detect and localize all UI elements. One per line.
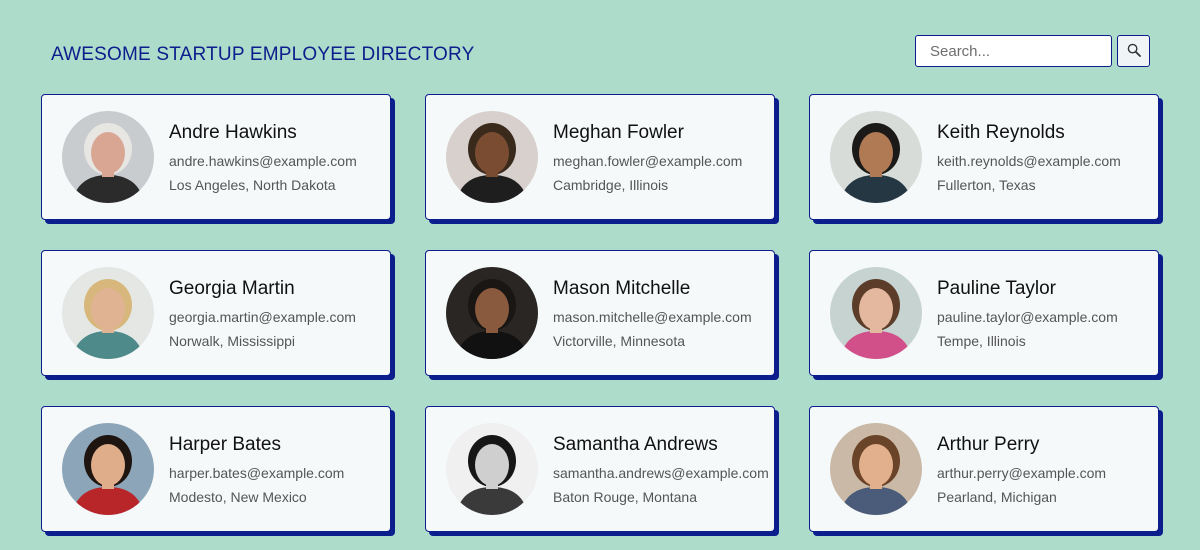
search-button[interactable] [1117, 35, 1150, 67]
employee-card[interactable]: Georgia Martin georgia.martin@example.co… [41, 250, 391, 376]
employee-info: Andre Hawkins andre.hawkins@example.com … [169, 122, 357, 193]
magnifying-glass-icon [1127, 43, 1141, 60]
employee-card[interactable]: Meghan Fowler meghan.fowler@example.com … [425, 94, 775, 220]
employee-location: Victorville, Minnesota [553, 332, 686, 349]
employee-email: georgia.martin@example.com [169, 308, 356, 325]
employee-location: Cambridge, Illinois [553, 176, 669, 193]
employee-email: samantha.andrews@example.com [553, 464, 769, 481]
employee-grid: Andre Hawkins andre.hawkins@example.com … [41, 94, 1159, 532]
employee-info: Georgia Martin georgia.martin@example.co… [169, 278, 356, 349]
employee-location: Tempe, Illinois [937, 332, 1026, 349]
avatar [830, 267, 922, 359]
employee-info: Samantha Andrews samantha.andrews@exampl… [553, 434, 769, 505]
avatar [446, 267, 538, 359]
employee-card[interactable]: Pauline Taylor pauline.taylor@example.co… [809, 250, 1159, 376]
employee-email: andre.hawkins@example.com [169, 152, 357, 169]
employee-name: Arthur Perry [937, 433, 1040, 455]
employee-name: Georgia Martin [169, 277, 295, 299]
employee-email: keith.reynolds@example.com [937, 152, 1121, 169]
employee-info: Meghan Fowler meghan.fowler@example.com … [553, 122, 742, 193]
page-header: AWESOME STARTUP EMPLOYEE DIRECTORY [0, 0, 1200, 90]
employee-email: meghan.fowler@example.com [553, 152, 743, 169]
employee-info: Keith Reynolds keith.reynolds@example.co… [937, 122, 1121, 193]
employee-card[interactable]: Andre Hawkins andre.hawkins@example.com … [41, 94, 391, 220]
employee-location: Modesto, New Mexico [169, 488, 307, 505]
employee-location: Los Angeles, North Dakota [169, 176, 336, 193]
employee-name: Harper Bates [169, 433, 281, 455]
search-input[interactable] [915, 35, 1112, 67]
avatar [830, 111, 922, 203]
employee-name: Pauline Taylor [937, 277, 1057, 299]
employee-email: arthur.perry@example.com [937, 464, 1107, 481]
avatar [446, 111, 538, 203]
employee-location: Pearland, Michigan [937, 488, 1057, 505]
search-form [915, 35, 1150, 67]
page-title: AWESOME STARTUP EMPLOYEE DIRECTORY [51, 44, 475, 65]
employee-card[interactable]: Keith Reynolds keith.reynolds@example.co… [809, 94, 1159, 220]
employee-info: Pauline Taylor pauline.taylor@example.co… [937, 278, 1118, 349]
avatar [830, 423, 922, 515]
avatar [62, 267, 154, 359]
employee-name: Keith Reynolds [937, 121, 1065, 143]
employee-card[interactable]: Mason Mitchelle mason.mitchelle@example.… [425, 250, 775, 376]
employee-name: Mason Mitchelle [553, 277, 691, 299]
employee-email: harper.bates@example.com [169, 464, 345, 481]
employee-email: pauline.taylor@example.com [937, 308, 1118, 325]
employee-location: Baton Rouge, Montana [553, 488, 697, 505]
employee-location: Norwalk, Mississippi [169, 332, 296, 349]
avatar [446, 423, 538, 515]
employee-card[interactable]: Arthur Perry arthur.perry@example.com Pe… [809, 406, 1159, 532]
employee-info: Arthur Perry arthur.perry@example.com Pe… [937, 434, 1106, 505]
employee-email: mason.mitchelle@example.com [553, 308, 752, 325]
employee-name: Samantha Andrews [553, 433, 718, 455]
employee-info: Mason Mitchelle mason.mitchelle@example.… [553, 278, 752, 349]
employee-card[interactable]: Harper Bates harper.bates@example.com Mo… [41, 406, 391, 532]
employee-info: Harper Bates harper.bates@example.com Mo… [169, 434, 344, 505]
employee-location: Fullerton, Texas [937, 176, 1036, 193]
employee-card[interactable]: Samantha Andrews samantha.andrews@exampl… [425, 406, 775, 532]
avatar [62, 111, 154, 203]
employee-name: Meghan Fowler [553, 121, 684, 143]
avatar [62, 423, 154, 515]
employee-name: Andre Hawkins [169, 121, 297, 143]
